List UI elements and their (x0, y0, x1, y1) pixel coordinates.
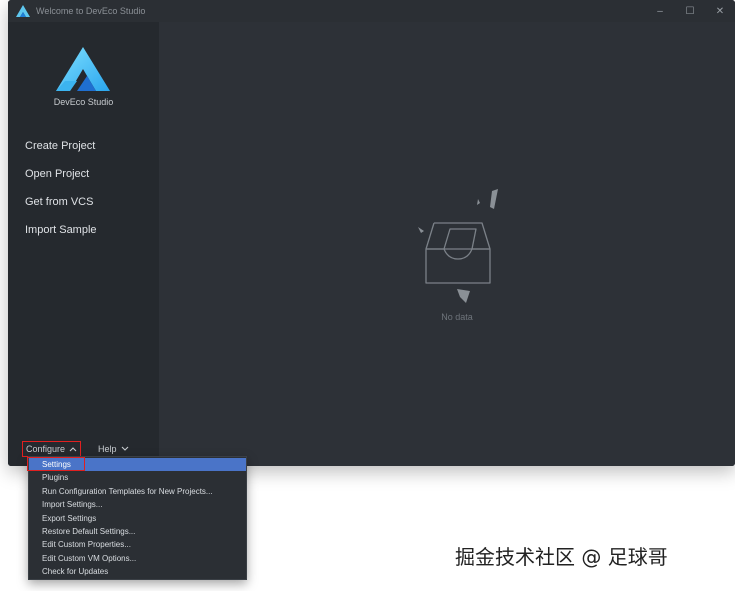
sidebar-item-get-from-vcs[interactable]: Get from VCS (25, 193, 97, 221)
maximize-button[interactable]: ☐ (675, 0, 705, 22)
sidebar-item-create-project[interactable]: Create Project (25, 137, 97, 165)
bottom-links: Configure Help (22, 441, 129, 457)
chevron-down-icon (121, 446, 128, 451)
empty-box-icon (418, 189, 498, 303)
help-button[interactable]: Help (98, 444, 129, 454)
minimize-button[interactable]: – (645, 0, 675, 22)
menu-item-restore-default-settings[interactable]: Restore Default Settings... (29, 525, 246, 538)
deveco-logo-icon (16, 5, 30, 17)
watermark: 掘金技术社区 @ 足球哥 (455, 545, 668, 569)
configure-menu: Settings Plugins Run Configuration Templ… (27, 456, 247, 580)
empty-state-text: No data (441, 312, 473, 322)
menu-item-export-settings[interactable]: Export Settings (29, 512, 246, 525)
welcome-window: Welcome to DevEco Studio – ☐ ✕ DevEco St… (8, 0, 735, 466)
menu-item-edit-custom-properties[interactable]: Edit Custom Properties... (29, 538, 246, 551)
help-label: Help (98, 444, 117, 454)
menu-item-import-settings[interactable]: Import Settings... (29, 498, 246, 511)
sidebar-item-import-sample[interactable]: Import Sample (25, 221, 97, 249)
title-bar: Welcome to DevEco Studio – ☐ ✕ (8, 0, 735, 22)
menu-item-settings[interactable]: Settings (29, 458, 246, 472)
window-title: Welcome to DevEco Studio (36, 6, 146, 16)
main-panel: No data (159, 22, 735, 466)
sidebar-item-open-project[interactable]: Open Project (25, 165, 97, 193)
sidebar-nav: Create Project Open Project Get from VCS… (25, 137, 97, 249)
deveco-studio-logo-icon (56, 47, 110, 91)
brand-name: DevEco Studio (53, 97, 114, 107)
chevron-up-icon (69, 447, 77, 452)
close-button[interactable]: ✕ (705, 0, 735, 22)
window-controls: – ☐ ✕ (645, 0, 735, 22)
menu-item-edit-custom-vm-options[interactable]: Edit Custom VM Options... (29, 552, 246, 565)
configure-label: Configure (26, 444, 66, 454)
configure-button[interactable]: Configure (22, 441, 82, 457)
sidebar: DevEco Studio Create Project Open Projec… (8, 22, 159, 466)
menu-item-plugins[interactable]: Plugins (29, 471, 246, 484)
menu-item-check-for-updates[interactable]: Check for Updates (29, 565, 246, 578)
menu-item-run-configuration-templates[interactable]: Run Configuration Templates for New Proj… (29, 485, 246, 498)
